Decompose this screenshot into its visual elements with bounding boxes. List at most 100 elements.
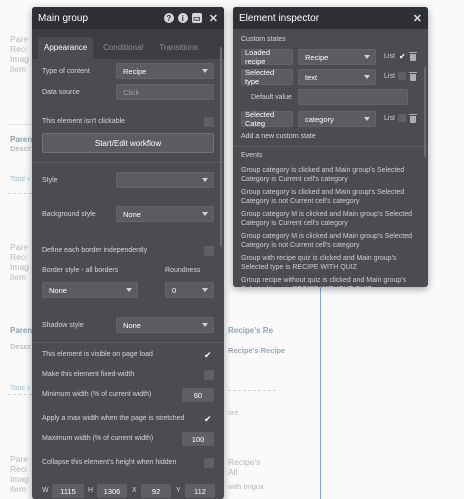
style-dropdown[interactable] [116, 172, 214, 188]
tab-conditional[interactable]: Conditional [97, 37, 149, 59]
chevron-down-icon [364, 75, 370, 79]
width-input[interactable]: 1115 [52, 484, 84, 498]
bg-total-label: Total v [10, 176, 31, 183]
y-label: Y [176, 487, 181, 494]
event-item[interactable]: Group recipe without quiz is clicked and… [241, 276, 418, 287]
tab-appearance[interactable]: Appearance [38, 37, 94, 59]
collapse-checkbox[interactable] [204, 458, 214, 468]
divider [32, 162, 224, 163]
border-style-value: None [49, 285, 67, 295]
list-label: List [384, 73, 395, 80]
chevron-down-icon [202, 69, 208, 73]
y-input[interactable]: 112 [185, 484, 215, 498]
border-style-dropdown[interactable]: None [42, 282, 138, 298]
info-icon[interactable]: i [177, 13, 188, 23]
bg-dash-divider [228, 390, 276, 391]
event-item[interactable]: Group category is clicked and Main group… [241, 188, 418, 206]
bg-dash-divider [8, 394, 32, 395]
event-item[interactable]: Group category M is clicked and Main gro… [241, 232, 418, 250]
events-label: Events [241, 152, 263, 159]
list-label: List [384, 53, 395, 60]
trash-icon[interactable] [409, 72, 417, 81]
collapse-label: Collapse this element's height when hidd… [42, 459, 177, 466]
background-style-label: Background style [42, 211, 96, 218]
border-each-checkbox[interactable] [204, 246, 214, 256]
x-input[interactable]: 92 [141, 484, 171, 498]
visible-on-load-checkbox[interactable]: ✔ [204, 350, 212, 360]
chevron-down-icon [364, 117, 370, 121]
max-width-stretch-label: Apply a max width when the page is stret… [42, 415, 185, 422]
type-of-content-dropdown[interactable]: Recipe [116, 63, 214, 79]
list-label: List [384, 115, 395, 122]
max-width-stretch-checkbox[interactable]: ✔ [204, 414, 212, 424]
chevron-down-icon [202, 178, 208, 182]
bg-recipe-label: Recipe's Re [228, 326, 274, 335]
state-name-input[interactable]: Selected type [241, 68, 293, 86]
event-item[interactable]: Group category is clicked and Main group… [241, 166, 418, 184]
close-icon[interactable]: ✕ [413, 12, 422, 25]
default-value-label: Default value [251, 94, 292, 101]
element-inspector-panel: Element inspector ✕ Custom states Loaded… [233, 7, 428, 287]
shadow-style-dropdown[interactable]: None [116, 317, 214, 333]
min-width-label: Minimum width (% of current width) [42, 391, 152, 398]
close-icon[interactable]: ✕ [209, 12, 218, 25]
start-edit-workflow-button[interactable]: Start/Edit workflow [42, 133, 214, 153]
roundness-label: Roundness [165, 267, 201, 274]
list-checkbox[interactable] [398, 72, 406, 80]
state-name-input[interactable]: Selected Categ [241, 110, 293, 128]
state-type-dropdown[interactable]: category [298, 111, 376, 127]
add-custom-state-link[interactable]: Add a new custom state [241, 133, 316, 140]
bg-total-label: Total v [10, 385, 31, 392]
tab-transitions[interactable]: Transitions [153, 37, 204, 59]
default-value-input[interactable] [298, 89, 408, 105]
fixed-width-checkbox[interactable] [204, 370, 214, 380]
bg-recipe-block: Recipe's All [228, 457, 261, 477]
panel-header: Element inspector ✕ [233, 7, 428, 29]
panel-title: Main group [38, 12, 89, 24]
style-label: Style [42, 177, 58, 184]
trash-icon[interactable] [409, 114, 417, 123]
bg-repeating-item-3: Pare Reci Imag item [10, 454, 29, 494]
comment-icon[interactable]: ▭ [191, 13, 202, 23]
height-input[interactable]: 1306 [97, 484, 127, 498]
min-width-input[interactable]: 60 [182, 388, 214, 402]
shadow-style-label: Shadow style [42, 322, 84, 329]
main-group-panel: Main group ? i ▭ ✕ Appearance Conditiona… [32, 7, 224, 499]
event-item[interactable]: Group with recipe quiz is clicked and Ma… [241, 254, 418, 272]
width-label: W [42, 487, 49, 494]
max-width-input[interactable]: 100 [182, 432, 214, 446]
list-checkbox[interactable] [398, 114, 406, 122]
chevron-down-icon [126, 288, 132, 292]
background-style-dropdown[interactable]: None [116, 206, 214, 222]
trash-icon[interactable] [409, 52, 417, 61]
scrollbar[interactable] [220, 47, 222, 247]
border-each-label: Define each border independently [42, 247, 148, 254]
roundness-dropdown[interactable]: 0 [165, 282, 214, 298]
state-name-input[interactable]: Loaded recipe [241, 48, 293, 66]
not-clickable-label: This element isn't clickable [42, 118, 126, 125]
bg-description-label: Descr [10, 342, 31, 351]
state-type-value: category [305, 114, 334, 124]
state-type-value: text [305, 72, 318, 82]
scrollbar[interactable] [424, 67, 426, 157]
divider [32, 342, 224, 343]
height-label: H [88, 487, 94, 494]
visible-on-load-label: This element is visible on page load [42, 351, 153, 358]
data-source-input[interactable]: Click [116, 84, 214, 100]
custom-states-label: Custom states [241, 36, 286, 43]
max-width-label: Maximum width (% of current width) [42, 435, 154, 442]
event-item[interactable]: Group category M is clicked and Main gro… [241, 210, 418, 228]
divider [233, 146, 428, 147]
roundness-value: 0 [172, 285, 177, 295]
list-checkbox[interactable]: ✔ [399, 52, 406, 62]
type-of-content-value: Recipe [123, 66, 147, 76]
state-type-dropdown[interactable]: Recipe [298, 49, 376, 65]
bg-repeating-item-2: Pare Reci Imag item [10, 242, 29, 282]
shadow-style-value: None [123, 320, 141, 330]
bg-misc-label: ore [228, 410, 239, 417]
help-icon[interactable]: ? [163, 13, 174, 23]
state-type-dropdown[interactable]: text [298, 69, 376, 85]
not-clickable-checkbox[interactable] [204, 117, 214, 127]
bg-recipe-label: Recipe's Recipe [228, 346, 286, 355]
x-label: X [132, 487, 137, 494]
